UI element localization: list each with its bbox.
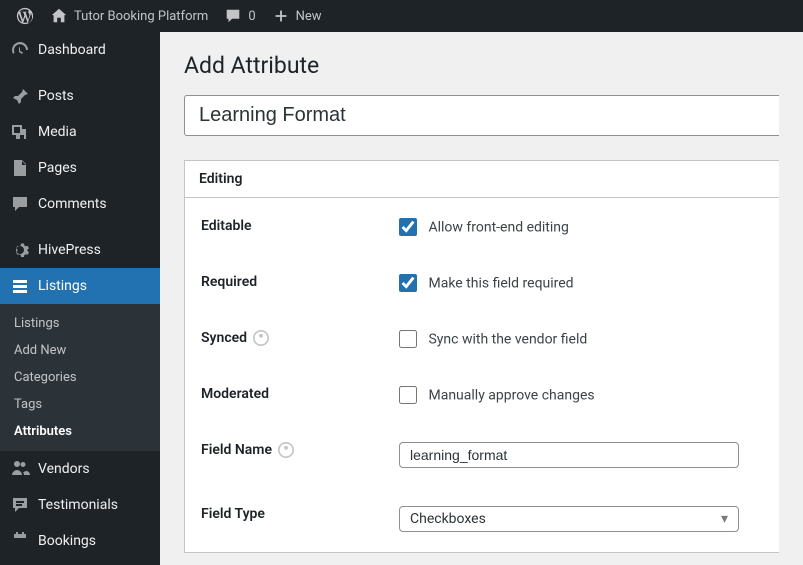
home-icon [50, 7, 68, 25]
new-label: New [296, 9, 322, 24]
synced-checkbox[interactable] [399, 330, 417, 348]
submenu-listings[interactable]: Listings [0, 310, 160, 337]
field-type-select[interactable]: Checkboxes ▾ [399, 506, 739, 532]
editable-chk-label: Allow front-end editing [428, 219, 568, 235]
chevron-down-icon: ▾ [721, 511, 728, 527]
field-type-label: Field Type [201, 506, 265, 522]
new-content-link[interactable]: New [264, 0, 330, 32]
users-icon [10, 459, 30, 479]
moderated-label: Moderated [201, 386, 269, 402]
wp-logo[interactable] [8, 0, 42, 32]
pin-icon [10, 86, 30, 106]
field-type-value: Checkboxes [410, 511, 486, 527]
synced-chk-label: Sync with the vendor field [428, 331, 587, 347]
admin-sidebar: Dashboard Posts Media Pages Comments Hiv… [0, 32, 160, 565]
editable-option[interactable]: Allow front-end editing [399, 219, 569, 235]
page-title: Add Attribute [184, 52, 779, 79]
admin-topbar: Tutor Booking Platform 0 New [0, 0, 803, 32]
comments-count: 0 [248, 9, 255, 24]
sidebar-item-vendors[interactable]: Vendors [0, 451, 160, 487]
synced-option[interactable]: Sync with the vendor field [399, 331, 587, 347]
sidebar-item-label: Listings [38, 278, 87, 294]
comments-link[interactable]: 0 [216, 0, 263, 32]
submenu-add-new[interactable]: Add New [0, 337, 160, 364]
editing-section: Editing Editable Allow front-end editing… [184, 160, 779, 553]
listings-submenu: Listings Add New Categories Tags Attribu… [0, 304, 160, 451]
moderated-option[interactable]: Manually approve changes [399, 387, 595, 403]
sidebar-item-label: Comments [38, 196, 107, 212]
sidebar-item-listings[interactable]: Listings [0, 268, 160, 304]
gear-icon [10, 240, 30, 260]
required-option[interactable]: Make this field required [399, 275, 574, 291]
sidebar-item-label: Bookings [38, 533, 96, 549]
sidebar-item-label: Pages [38, 160, 77, 176]
moderated-chk-label: Manually approve changes [428, 387, 594, 403]
sidebar-item-label: Posts [38, 88, 74, 104]
sidebar-item-label: Vendors [38, 461, 90, 477]
editable-checkbox[interactable] [399, 218, 417, 236]
help-icon[interactable] [278, 442, 294, 458]
help-icon[interactable] [253, 330, 269, 346]
editable-label: Editable [201, 218, 252, 234]
sidebar-item-label: HivePress [38, 242, 101, 258]
required-chk-label: Make this field required [428, 275, 573, 291]
submenu-attributes[interactable]: Attributes [0, 418, 160, 445]
site-name: Tutor Booking Platform [74, 9, 208, 24]
sidebar-item-label: Media [38, 124, 77, 140]
plus-icon [272, 7, 290, 25]
sidebar-item-label: Testimonials [38, 497, 118, 513]
media-icon [10, 122, 30, 142]
sidebar-item-label: Dashboard [38, 42, 106, 58]
attribute-title-input[interactable] [184, 95, 779, 136]
synced-label: Synced [201, 330, 247, 346]
field-name-input[interactable] [399, 442, 739, 468]
comment-icon [10, 194, 30, 214]
required-label: Required [201, 274, 257, 290]
calendar-icon [10, 531, 30, 551]
sidebar-item-pages[interactable]: Pages [0, 150, 160, 186]
required-checkbox[interactable] [399, 274, 417, 292]
moderated-checkbox[interactable] [399, 386, 417, 404]
field-name-label: Field Name [201, 442, 272, 458]
comment-icon [224, 7, 242, 25]
main-content: Add Attribute Editing Editable Allow fro… [160, 32, 803, 565]
testimonial-icon [10, 495, 30, 515]
dashboard-icon [10, 40, 30, 60]
site-link[interactable]: Tutor Booking Platform [42, 0, 216, 32]
submenu-tags[interactable]: Tags [0, 391, 160, 418]
wordpress-icon [16, 7, 34, 25]
page-icon [10, 158, 30, 178]
section-title: Editing [185, 161, 779, 198]
sidebar-item-posts[interactable]: Posts [0, 78, 160, 114]
sidebar-item-dashboard[interactable]: Dashboard [0, 32, 160, 68]
list-icon [10, 276, 30, 296]
sidebar-item-comments[interactable]: Comments [0, 186, 160, 222]
sidebar-item-testimonials[interactable]: Testimonials [0, 487, 160, 523]
sidebar-item-media[interactable]: Media [0, 114, 160, 150]
submenu-categories[interactable]: Categories [0, 364, 160, 391]
sidebar-item-hivepress[interactable]: HivePress [0, 232, 160, 268]
sidebar-item-bookings[interactable]: Bookings [0, 523, 160, 559]
